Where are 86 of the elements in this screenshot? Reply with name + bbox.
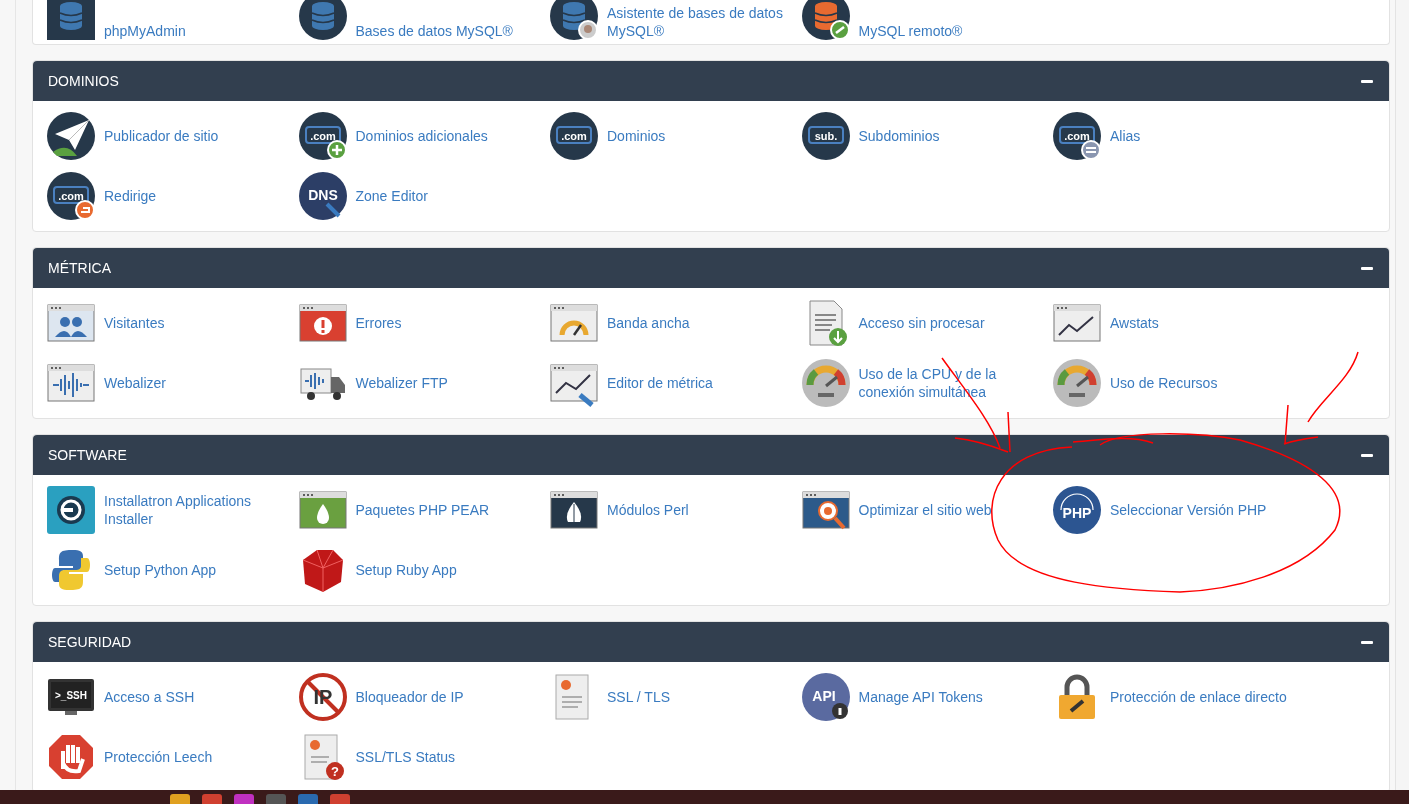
taskbar-app-icon[interactable] bbox=[170, 794, 190, 804]
chart-edit-icon bbox=[550, 364, 598, 407]
python-icon bbox=[52, 550, 90, 590]
tool-link[interactable]: Visitantes bbox=[104, 314, 165, 332]
help-badge-icon bbox=[325, 762, 344, 780]
tool-link[interactable]: Redirige bbox=[104, 187, 157, 205]
gem-icon bbox=[302, 549, 343, 593]
tool-link[interactable]: Asistente de bases de datos MySQL® bbox=[607, 4, 787, 40]
tool-link[interactable]: Dominios adicionales bbox=[355, 127, 488, 145]
tool-link[interactable]: Dominios bbox=[607, 127, 666, 145]
taskbar-app-icon[interactable] bbox=[202, 794, 222, 804]
certificate-icon bbox=[555, 674, 589, 720]
lock-badge-icon bbox=[831, 703, 848, 719]
icon-label: .com bbox=[58, 190, 84, 202]
icon-label: DNS bbox=[307, 187, 338, 203]
panel-title: MÉTRICA bbox=[48, 258, 111, 278]
document-download-icon bbox=[809, 300, 847, 346]
tool-link[interactable]: Paquetes PHP PEAR bbox=[355, 501, 490, 519]
domain-icon bbox=[550, 112, 598, 160]
sound-wave-icon bbox=[47, 364, 95, 402]
panel-title: DOMINIOS bbox=[48, 71, 119, 91]
taskbar-app-icon[interactable] bbox=[298, 794, 318, 804]
gauge-icon bbox=[801, 359, 850, 407]
tool-link[interactable]: Errores bbox=[355, 314, 402, 332]
panel-title: SEGURIDAD bbox=[48, 632, 132, 652]
gauge-window-icon bbox=[550, 304, 598, 342]
taskbar-app-icon[interactable] bbox=[234, 794, 254, 804]
hand-drawn-stroke bbox=[1307, 351, 1359, 423]
terminal-icon bbox=[48, 679, 94, 715]
tool-link[interactable]: Setup Ruby App bbox=[355, 561, 457, 579]
certificate-help-icon bbox=[304, 734, 337, 780]
tool-link[interactable]: Alias bbox=[1110, 127, 1141, 145]
taskbar-app-icon[interactable] bbox=[330, 794, 350, 804]
tool-link[interactable]: Seleccionar Versión PHP bbox=[1110, 501, 1267, 519]
tool-link[interactable]: phpMyAdmin bbox=[104, 22, 186, 40]
gauge-icon bbox=[1053, 359, 1101, 407]
tool-link[interactable]: Acceso sin procesar bbox=[858, 314, 985, 332]
tool-link[interactable]: Subdominios bbox=[858, 127, 940, 145]
tool-link[interactable]: Setup Python App bbox=[104, 561, 217, 579]
tool-link[interactable]: Manage API Tokens bbox=[858, 688, 983, 706]
icon-label: sub. bbox=[814, 130, 837, 142]
panel-title: SOFTWARE bbox=[48, 445, 127, 465]
onion-window-icon bbox=[550, 491, 598, 529]
icon-label: PHP bbox=[1062, 505, 1092, 521]
tool-link[interactable]: Uso de Recursos bbox=[1110, 374, 1218, 392]
tool-link[interactable]: Optimizar el sitio web bbox=[858, 501, 992, 519]
line-chart-icon bbox=[1053, 304, 1101, 342]
tool-link[interactable]: Bases de datos MySQL® bbox=[355, 22, 513, 40]
tool-link[interactable]: Publicador de sitio bbox=[104, 127, 219, 145]
error-icon bbox=[299, 304, 346, 342]
tool-link[interactable]: Editor de métrica bbox=[607, 374, 713, 392]
tool-link[interactable]: SSL / TLS bbox=[607, 688, 671, 706]
subdomain-icon bbox=[801, 112, 850, 160]
padlock-link-icon bbox=[1059, 674, 1095, 719]
tool-link[interactable]: Webalizer bbox=[104, 374, 166, 392]
tool-link[interactable]: Acceso a SSH bbox=[104, 688, 195, 706]
dns-icon bbox=[298, 172, 347, 220]
visitors-icon bbox=[47, 304, 95, 342]
installer-icon bbox=[47, 486, 95, 534]
tool-link[interactable]: Bloqueador de IP bbox=[355, 688, 464, 706]
paper-plane-icon bbox=[47, 112, 95, 160]
icon-label: >_SSH bbox=[55, 690, 87, 701]
tool-link[interactable]: Webalizer FTP bbox=[355, 374, 448, 392]
tool-link[interactable]: Installatron Applications Installer bbox=[104, 492, 284, 528]
magnifier-gear-icon bbox=[802, 491, 849, 530]
tool-link[interactable]: Zone Editor bbox=[355, 187, 428, 205]
pear-window-icon bbox=[299, 491, 346, 529]
icon-label: API bbox=[811, 688, 836, 704]
tool-link[interactable]: Módulos Perl bbox=[607, 501, 689, 519]
taskbar-app-icon[interactable] bbox=[266, 794, 286, 804]
icon-label: .com bbox=[309, 130, 336, 142]
hand-drawn-arrow bbox=[1283, 404, 1319, 445]
tool-link[interactable]: MySQL remoto® bbox=[858, 22, 963, 40]
php-icon bbox=[1053, 486, 1101, 534]
tool-link[interactable]: Protección Leech bbox=[104, 748, 213, 766]
database-icon bbox=[47, 0, 95, 40]
tool-link[interactable]: Protección de enlace directo bbox=[1110, 688, 1287, 706]
stop-hand-icon bbox=[49, 735, 93, 779]
database-icon bbox=[298, 0, 347, 40]
icon-label: .com bbox=[561, 130, 587, 142]
truck-icon bbox=[300, 368, 345, 400]
tool-link[interactable]: SSL/TLS Status bbox=[355, 748, 456, 766]
icon-label: ? bbox=[330, 764, 339, 779]
tool-link[interactable]: Awstats bbox=[1110, 314, 1159, 332]
tool-link[interactable]: Banda ancha bbox=[607, 314, 690, 332]
icon-label: .com bbox=[1064, 130, 1090, 142]
